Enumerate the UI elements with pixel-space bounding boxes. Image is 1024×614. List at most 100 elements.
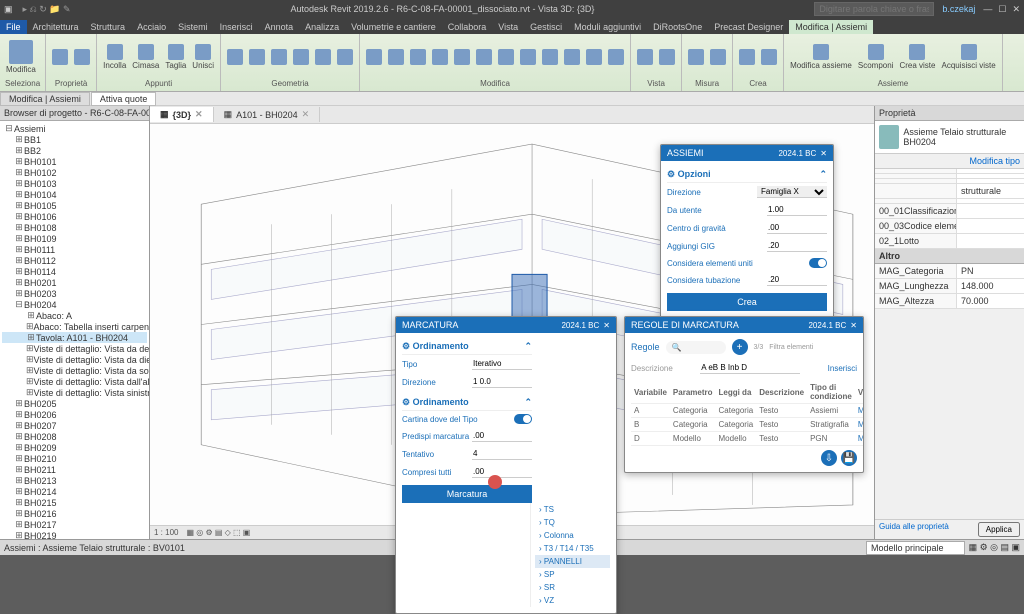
ribbon-button[interactable]: Crea viste — [897, 42, 937, 72]
category-item[interactable]: › Colonna — [535, 529, 610, 542]
tree-item[interactable]: ⊞BH0102 — [2, 167, 147, 178]
toggle[interactable] — [514, 414, 532, 424]
edit-type-btn[interactable]: Modifica tipo — [969, 156, 1020, 166]
maximize-btn[interactable]: ☐ — [998, 4, 1006, 15]
ribbon-button[interactable] — [225, 47, 245, 67]
view-scale[interactable]: 1 : 100 — [154, 528, 178, 537]
status-icons[interactable]: ▦ ⚙ ◎ ▤ ▣ — [969, 542, 1020, 553]
tree-item[interactable]: ⊞BH0217 — [2, 519, 147, 530]
view-tab[interactable]: ▦A101 - BH0204✕ — [214, 107, 321, 122]
tree-item[interactable]: ⊞BH0219 — [2, 530, 147, 539]
ribbon-button[interactable] — [408, 47, 428, 67]
toggle[interactable] — [809, 258, 827, 268]
tree-item[interactable]: ⊞BH0205 — [2, 398, 147, 409]
regole-close-icon[interactable]: ✕ — [850, 321, 857, 330]
ribbon-button[interactable] — [247, 47, 267, 67]
tree-item[interactable]: ⊞Abaco: Tabella inserti carpenteria — [2, 321, 147, 332]
ribbon-button[interactable]: Taglia — [163, 42, 188, 72]
tree-item[interactable]: ⊞Viste di dettaglio: Vista da destra — [2, 343, 147, 354]
ribbon-tab[interactable]: Gestisci — [524, 20, 568, 34]
sub-tab[interactable]: Modifica | Assiemi — [0, 92, 90, 106]
close-btn[interactable]: ✕ — [1012, 4, 1020, 15]
ribbon-button[interactable] — [474, 47, 494, 67]
tree-item[interactable]: ⊞BH0214 — [2, 486, 147, 497]
ribbon-button[interactable]: Cimasa — [130, 42, 161, 72]
category-item[interactable]: › PANNELLI — [535, 555, 610, 568]
tree-item[interactable]: ⊞Viste di dettaglio: Vista dall'alto — [2, 376, 147, 387]
category-item[interactable]: › TQ — [535, 516, 610, 529]
marc-input[interactable] — [472, 466, 532, 478]
props-type-name[interactable]: Assieme Telaio strutturale BH0204 — [903, 127, 1020, 147]
ribbon-tab[interactable]: Vista — [492, 20, 524, 34]
ribbon-tab[interactable]: Sistemi — [172, 20, 214, 34]
ribbon-button[interactable] — [737, 47, 757, 67]
tree-item[interactable]: ⊞BH0208 — [2, 431, 147, 442]
ribbon-button[interactable] — [686, 47, 706, 67]
ribbon-button[interactable] — [562, 47, 582, 67]
category-item[interactable]: › SR — [535, 581, 610, 594]
category-item[interactable]: › VZ — [535, 594, 610, 607]
tree-item[interactable]: ⊟BH0204 — [2, 299, 147, 310]
tree-item[interactable]: ⊞Viste di dettaglio: Vista sinistra — [2, 387, 147, 398]
close-tab-icon[interactable]: ✕ — [195, 109, 203, 120]
alert-icon[interactable] — [488, 475, 502, 489]
tree-item[interactable]: ⊞BH0210 — [2, 453, 147, 464]
tree-item[interactable]: ⊞BH0109 — [2, 233, 147, 244]
ribbon-button[interactable] — [606, 47, 626, 67]
ribbon-tab[interactable]: Architettura — [27, 20, 85, 34]
ribbon-button[interactable] — [540, 47, 560, 67]
ribbon-button[interactable] — [708, 47, 728, 67]
import-btn[interactable]: ⇩ — [821, 450, 837, 466]
ribbon-tab[interactable]: Collabora — [442, 20, 493, 34]
regole-tab[interactable]: Regole — [631, 342, 660, 352]
marc-input[interactable] — [472, 430, 532, 442]
marc-input[interactable] — [472, 358, 532, 370]
desc-input[interactable] — [700, 362, 800, 374]
tree-item[interactable]: ⊞BB2 — [2, 145, 147, 156]
tree-item[interactable]: ⊞BH0114 — [2, 266, 147, 277]
tree-item[interactable]: ⊞BH0101 — [2, 156, 147, 167]
tree-item[interactable]: ⊞Viste di dettaglio: Vista da dietro — [2, 354, 147, 365]
tree-item[interactable]: ⊞BH0112 — [2, 255, 147, 266]
ribbon-tab[interactable]: File — [0, 20, 27, 34]
assiemi-input[interactable] — [767, 274, 827, 286]
assiemi-close-icon[interactable]: ✕ — [820, 149, 827, 158]
tree-item[interactable]: ⊞BH0103 — [2, 178, 147, 189]
ribbon-tab[interactable]: Acciaio — [131, 20, 172, 34]
tree-item[interactable]: ⊞Abaco: A — [2, 310, 147, 321]
save-btn[interactable]: 💾 — [841, 450, 857, 466]
ribbon-button[interactable] — [657, 47, 677, 67]
tree-item[interactable]: ⊞BH0207 — [2, 420, 147, 431]
ribbon-button[interactable] — [364, 47, 384, 67]
ribbon-tab[interactable]: Inserisci — [214, 20, 259, 34]
assiemi-input[interactable] — [767, 240, 827, 252]
tree-item[interactable]: ⊞BH0105 — [2, 200, 147, 211]
category-item[interactable]: › TS — [535, 503, 610, 516]
ribbon-tab[interactable]: Annota — [259, 20, 300, 34]
ribbon-button[interactable]: Modifica — [4, 38, 38, 76]
tree-item[interactable]: ⊞BH0108 — [2, 222, 147, 233]
regole-filter[interactable]: Filtra elementi — [769, 344, 813, 351]
ribbon-button[interactable] — [386, 47, 406, 67]
ribbon-button[interactable] — [72, 47, 92, 67]
tree-item[interactable]: ⊞BH0213 — [2, 475, 147, 486]
ribbon-button[interactable] — [335, 47, 355, 67]
ribbon-button[interactable] — [269, 47, 289, 67]
ribbon-tab[interactable]: Modifica | Assiemi — [789, 20, 873, 34]
tree-item[interactable]: ⊞Viste di dettaglio: Vista da sotto — [2, 365, 147, 376]
props-help-link[interactable]: Guida alle proprietà — [879, 522, 949, 537]
tree-item[interactable]: ⊞BH0211 — [2, 464, 147, 475]
insert-link[interactable]: Inserisci — [828, 364, 857, 373]
tree-item[interactable]: ⊟Assiemi — [2, 123, 147, 134]
props-group-header[interactable]: Altro — [875, 249, 1024, 264]
ribbon-button[interactable]: Unisci — [190, 42, 216, 72]
tree-item[interactable]: ⊞Tavola: A101 - BH0204 — [2, 332, 147, 343]
browser-tree[interactable]: ⊟Assiemi⊞BB1⊞BB2⊞BH0101⊞BH0102⊞BH0103⊞BH… — [0, 121, 149, 539]
view-controls[interactable]: ▦ ◎ ⚙ ▤ ◇ ⬚ ▣ — [186, 528, 250, 537]
ribbon-tab[interactable]: Precast Designer — [708, 20, 789, 34]
ribbon-button[interactable] — [759, 47, 779, 67]
ribbon-button[interactable]: Scomponi — [856, 42, 896, 72]
user-name[interactable]: b.czekaj — [942, 4, 975, 14]
ribbon-button[interactable] — [635, 47, 655, 67]
help-search[interactable] — [814, 2, 934, 16]
